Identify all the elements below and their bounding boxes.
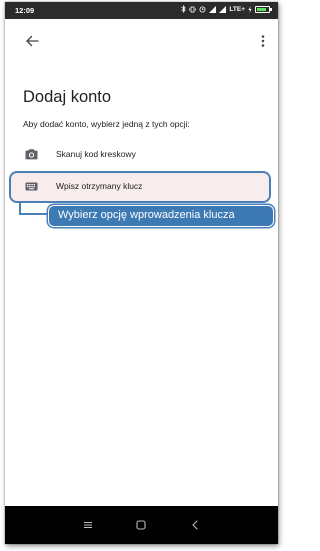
- status-time: 12:09: [15, 6, 35, 15]
- bluetooth-icon: [181, 5, 186, 13]
- option-label: Wpisz otrzymany klucz: [56, 181, 143, 191]
- option-scan-barcode[interactable]: Skanuj kod kreskowy: [5, 139, 278, 169]
- charging-icon: [248, 5, 252, 13]
- back-button[interactable]: [21, 30, 43, 52]
- status-bar: 12:09 LTE+: [5, 2, 278, 19]
- option-enter-key[interactable]: Wpisz otrzymany klucz: [5, 171, 278, 203]
- page-title: Dodaj konto: [23, 88, 112, 106]
- home-icon[interactable]: [134, 518, 148, 532]
- keyboard-icon: [25, 182, 38, 191]
- status-icons: LTE+: [181, 5, 272, 13]
- menu-icon[interactable]: [81, 518, 95, 532]
- callout-tooltip: Wybierz opcję wprowadzenia klucza: [48, 205, 274, 227]
- battery-icon: [255, 5, 272, 13]
- more-options-button[interactable]: [256, 30, 270, 52]
- page-subtitle: Aby dodać konto, wybierz jedną z tych op…: [23, 119, 190, 129]
- more-vertical-icon: [261, 35, 265, 47]
- option-label: Skanuj kod kreskowy: [56, 149, 136, 159]
- network-type: LTE+: [229, 6, 245, 13]
- arrow-left-icon: [26, 35, 39, 47]
- phone-screen: 12:09 LTE+ Dodaj konto Aby dodać konto, …: [5, 2, 278, 544]
- signal-icon: [219, 5, 227, 13]
- vibrate-icon: [189, 6, 197, 12]
- camera-icon: [25, 149, 38, 160]
- back-icon[interactable]: [188, 518, 202, 532]
- signal-icon: [209, 5, 217, 13]
- alarm-icon: [199, 6, 206, 12]
- navigation-bar: [5, 506, 278, 544]
